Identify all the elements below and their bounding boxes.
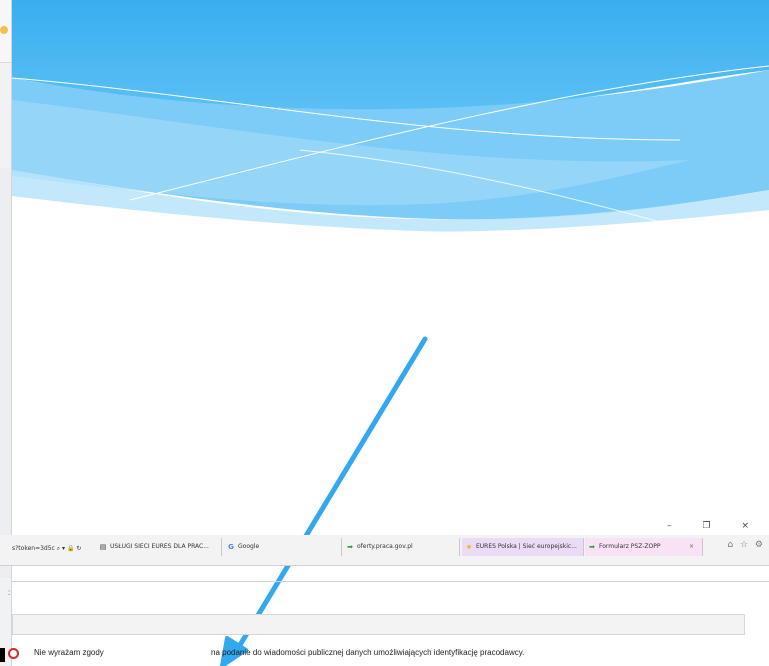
tab-oferty[interactable]: ➡ oferty.praca.gov.pl <box>343 538 460 556</box>
tab-formularz-psz-zopp[interactable]: ➡ Formularz PSZ-ZOPP × <box>585 538 703 556</box>
tab-google[interactable]: G Google <box>224 538 342 556</box>
toolbar-icons[interactable]: ⌂ ☆ ⚙ <box>727 540 765 550</box>
text-field[interactable] <box>12 614 745 635</box>
address-controls[interactable]: ⌕ ▾ 🔒 ↻ <box>57 545 82 552</box>
arrow-shaft <box>234 336 428 653</box>
pointer-arrow <box>220 336 428 666</box>
tab-eures-polska[interactable]: ★ EURES Polska | Sieć europejskic... <box>462 538 584 556</box>
field-label-fragment: : <box>8 588 11 597</box>
tab-uslugi-eures[interactable]: ▤ USŁUGI SIECI EURES DLA PRAC... <box>96 538 222 556</box>
browser-tabbar: – ❐ × s?token=3d5c ⌕ ▾ 🔒 ↻ ▤ USŁUGI SIEC… <box>0 521 769 566</box>
tab-label: Google <box>238 543 260 550</box>
tab-label: oferty.praca.gov.pl <box>357 543 413 550</box>
eures-icon: ★ <box>465 543 473 551</box>
consent-sentence: na podanie do wiadomości publicznej dany… <box>211 648 525 657</box>
nie-wyrazam-radio[interactable] <box>8 648 19 659</box>
news-icon: ▤ <box>99 543 107 551</box>
radio-option-label: Nie wyrażam zgody <box>34 648 104 657</box>
address-bar-fragment[interactable]: s?token=3d5c ⌕ ▾ 🔒 ↻ <box>12 543 94 555</box>
left-marker <box>0 648 5 662</box>
tab-label: EURES Polska | Sieć europejskic... <box>476 543 577 550</box>
close-tab-icon[interactable]: × <box>689 538 694 556</box>
tab-label: Formularz PSZ-ZOPP <box>599 543 661 550</box>
divider <box>12 581 769 582</box>
arrow-green-icon: ➡ <box>347 543 353 551</box>
arrow-green-icon: ➡ <box>589 543 595 551</box>
google-icon: G <box>228 543 234 551</box>
address-text: s?token=3d5c <box>12 545 55 552</box>
tab-label: USŁUGI SIECI EURES DLA PRAC... <box>110 543 209 550</box>
window-controls[interactable]: – ❐ × <box>667 521 763 531</box>
